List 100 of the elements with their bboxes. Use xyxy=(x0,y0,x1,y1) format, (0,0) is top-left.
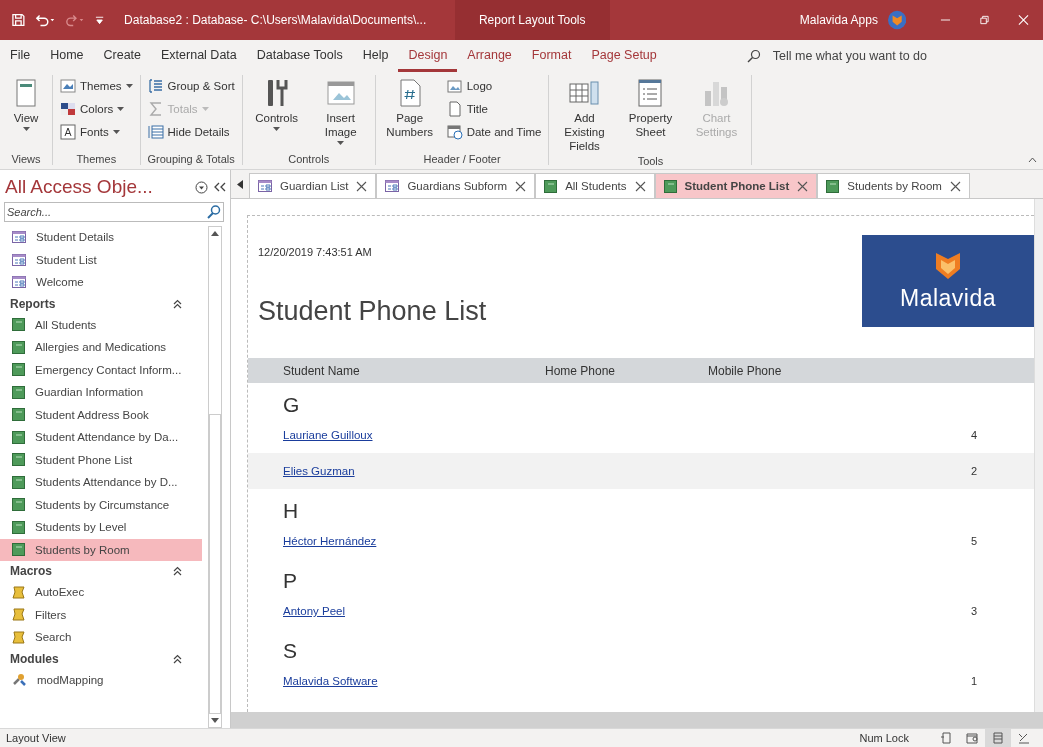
scroll-icon xyxy=(12,608,25,622)
nav-item[interactable]: Students by Circumstance xyxy=(0,493,202,516)
search-icon[interactable] xyxy=(206,204,222,220)
undo-icon[interactable] xyxy=(34,13,55,27)
ribbon-button[interactable]: Page Numbers xyxy=(379,75,440,153)
account-name[interactable]: Malavida Apps xyxy=(799,13,878,27)
student-name-link[interactable]: Héctor Hernández xyxy=(283,535,971,547)
student-name-link[interactable]: Antony Peel xyxy=(283,605,971,617)
dropdown-circle-icon[interactable] xyxy=(195,180,208,194)
ribbon-button[interactable]: Themes xyxy=(57,75,136,96)
scroll-left-icon[interactable] xyxy=(237,179,243,189)
student-name-link[interactable]: Elies Guzman xyxy=(283,465,971,477)
nav-item[interactable]: AutoExec xyxy=(0,581,202,604)
ribbon-tab[interactable]: Format xyxy=(521,40,582,72)
nav-item[interactable]: Emergency Contact Inform... xyxy=(0,358,202,381)
group-heading[interactable]: Modules xyxy=(10,651,173,666)
scroll-up-icon[interactable] xyxy=(211,231,219,236)
ribbon-tab[interactable]: Home xyxy=(40,40,94,72)
group-letter: P xyxy=(283,569,297,593)
ribbon-button[interactable]: Insert Image xyxy=(310,75,371,153)
ribbon-button[interactable]: Title xyxy=(443,98,545,119)
ribbon-tab[interactable]: Design xyxy=(398,40,458,72)
nav-item[interactable]: Allergies and Medications xyxy=(0,336,202,359)
search-field[interactable]: Search... xyxy=(4,202,224,222)
ribbon-button[interactable]: Property Sheet xyxy=(619,75,682,155)
form-icon xyxy=(258,180,272,192)
save-icon[interactable] xyxy=(12,13,25,27)
layout-view-icon[interactable] xyxy=(985,729,1011,747)
redo-icon[interactable] xyxy=(64,13,85,27)
ribbon-tab[interactable]: Page Setup xyxy=(581,40,667,72)
document-tab[interactable]: Students by Room xyxy=(817,173,970,198)
nav-item[interactable]: Search xyxy=(0,626,202,649)
restore-icon[interactable] xyxy=(979,14,991,26)
ribbon-button[interactable]: Controls xyxy=(246,75,307,153)
nav-item[interactable]: Filters xyxy=(0,603,202,626)
nav-item[interactable]: Student Attendance by Da... xyxy=(0,426,202,449)
ribbon-tab[interactable]: External Data xyxy=(151,40,247,72)
nav-item[interactable]: Student List xyxy=(0,248,202,271)
ribbon-tab[interactable]: Help xyxy=(352,40,399,72)
tell-me-field[interactable]: Tell me what you want to do xyxy=(770,48,985,64)
collapse-pane-icon[interactable] xyxy=(214,182,226,192)
column-header: Mobile Phone xyxy=(708,363,782,378)
nav-item[interactable]: Guardian Information xyxy=(0,381,202,404)
document-tab[interactable]: All Students xyxy=(535,173,655,198)
ribbon-button[interactable]: Fonts xyxy=(57,121,136,142)
nav-item[interactable]: modMapping xyxy=(0,668,202,691)
ribbon-tab[interactable]: File xyxy=(0,40,41,72)
calendar-icon xyxy=(446,123,463,140)
nav-item[interactable]: Welcome xyxy=(0,271,202,294)
nav-item[interactable]: Students by Room xyxy=(0,538,202,561)
ribbon-button[interactable]: Date and Time xyxy=(443,121,545,142)
collapse-ribbon-icon[interactable] xyxy=(1028,157,1037,163)
ribbon-tab[interactable]: Arrange xyxy=(457,40,522,72)
close-icon[interactable] xyxy=(515,180,527,192)
status-text: Layout View xyxy=(6,732,66,744)
ribbon-button[interactable]: Group & Sort xyxy=(144,75,238,96)
group-letter: H xyxy=(283,499,299,523)
report-icon xyxy=(12,318,25,332)
group-label: Header / Footer xyxy=(422,153,502,165)
nav-item[interactable]: All Students xyxy=(0,313,202,336)
shield-icon xyxy=(934,250,962,281)
scroll-down-icon[interactable] xyxy=(211,718,219,723)
ribbon-button[interactable]: View xyxy=(4,75,48,153)
font-icon xyxy=(60,123,76,140)
student-name-link[interactable]: Malavida Software xyxy=(283,675,971,687)
customize-caret-icon[interactable] xyxy=(94,15,105,25)
close-icon[interactable] xyxy=(634,180,646,192)
ribbon-tab[interactable]: Create xyxy=(93,40,152,72)
group-heading[interactable]: Reports xyxy=(10,296,173,311)
nav-item[interactable]: Student Phone List xyxy=(0,448,202,471)
double-chevron-up-icon[interactable] xyxy=(173,566,182,576)
ribbon-tab[interactable]: Database Tools xyxy=(246,40,353,72)
student-name-link[interactable]: Lauriane Guilloux xyxy=(283,429,971,441)
document-tab[interactable]: Guardians Subform xyxy=(376,173,536,198)
table-cell: 3 xyxy=(971,605,978,617)
ribbon-button[interactable]: Add Existing Fields xyxy=(553,75,616,155)
close-icon[interactable] xyxy=(356,180,368,192)
group-sort-icon xyxy=(147,77,164,94)
caret-icon xyxy=(201,106,209,111)
report-icon xyxy=(12,430,25,444)
nav-item[interactable]: Student Details xyxy=(0,226,202,249)
close-icon[interactable] xyxy=(797,180,809,192)
ribbon-button[interactable]: Colors xyxy=(57,98,136,119)
ribbon-button[interactable]: Logo xyxy=(443,75,545,96)
avatar-icon[interactable] xyxy=(887,10,907,30)
double-chevron-up-icon[interactable] xyxy=(173,653,182,664)
nav-item[interactable]: Student Address Book xyxy=(0,403,202,426)
document-tab[interactable]: Guardian List xyxy=(249,173,377,198)
nav-item[interactable]: Students by Level xyxy=(0,516,202,539)
ribbon-button[interactable]: Hide Details xyxy=(144,121,238,142)
group-heading[interactable]: Macros xyxy=(10,564,173,578)
group-label: Views xyxy=(10,153,42,165)
pane-title[interactable]: All Access Obje... xyxy=(5,176,189,198)
close-icon[interactable] xyxy=(949,180,961,192)
nav-item[interactable]: Students Attendance by D... xyxy=(0,471,202,494)
group-letter: S xyxy=(283,639,297,663)
document-tab[interactable]: Student Phone List xyxy=(654,173,818,198)
double-chevron-up-icon[interactable] xyxy=(173,298,182,309)
group-label: Tools xyxy=(636,155,665,167)
caret-icon xyxy=(117,106,125,111)
